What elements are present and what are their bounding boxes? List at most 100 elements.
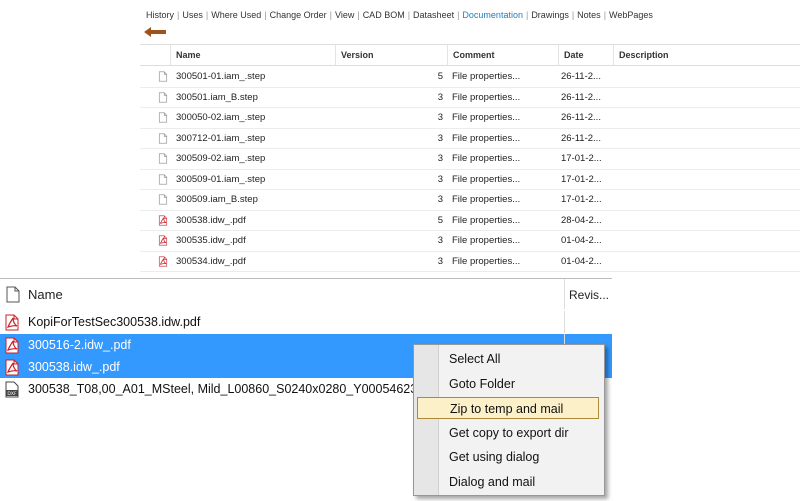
table-row[interactable]: 300509.iam_B.step 3 File properties... 17-0… [140, 190, 800, 211]
cell-version: 5 [437, 71, 443, 82]
menu-item-get-copy-to-export-dir[interactable]: Get copy to export dir [417, 422, 599, 444]
list-item-name: KopiForTestSec300538.idw.pdf [28, 315, 201, 329]
file-icon [158, 174, 168, 184]
cell-comment: File properties... [452, 173, 521, 185]
tab-drawings[interactable]: Drawings [531, 10, 569, 20]
grid-header-comment[interactable]: Comment [447, 45, 558, 65]
tab-documentation[interactable]: Documentation [462, 10, 523, 20]
cell-version: 3 [437, 194, 443, 205]
grid-body: 300501-01.iam_.step 5 File properties... 26… [140, 67, 800, 272]
cell-name: 300538.idw_.pdf [176, 214, 246, 226]
tab-history[interactable]: History [146, 10, 174, 20]
cell-date: 26-11-2... [561, 91, 601, 103]
cell-name: 300712-01.iam_.step [176, 132, 266, 144]
file-icon [158, 133, 168, 143]
tab-notes[interactable]: Notes [577, 10, 601, 20]
table-row[interactable]: 300501.iam_B.step 3 File properties... 26-1… [140, 88, 800, 108]
context-menu: Select All Goto Folder Zip to temp and mai… [413, 344, 605, 496]
tab-separator: | [177, 10, 180, 20]
file-icon [158, 92, 168, 102]
tab-separator: | [329, 10, 332, 20]
cell-name: 300501-01.iam_.step [176, 71, 266, 82]
tab-separator: | [457, 10, 460, 20]
pdf-icon [5, 337, 19, 354]
tab-bar: History | Uses | Where Used | Change Order | Vie… [146, 10, 653, 20]
cell-version: 3 [437, 255, 443, 267]
pdf-icon [158, 215, 168, 225]
cell-date: 01-04-2... [561, 255, 602, 267]
svg-text:DXF: DXF [7, 391, 17, 397]
table-row[interactable]: 300509-01.iam_.step 3 File properties... 17… [140, 170, 800, 190]
tab-separator: | [357, 10, 360, 20]
menu-item-select-all[interactable]: Select All [417, 348, 599, 370]
cell-date: 26-11-2... [561, 112, 601, 123]
grid-header: Name Version Comment Date Description [140, 44, 800, 66]
table-row[interactable]: 300509-02.iam_.step 3 File properties... 17… [140, 149, 800, 170]
list-header-name[interactable]: Name [28, 287, 63, 302]
menu-item-zip-to-temp-and-mail[interactable]: Zip to temp and mail [417, 397, 599, 419]
grid-header-icon-col [140, 45, 170, 65]
cell-date: 26-11-2... [561, 71, 601, 82]
list-item[interactable]: KopiForTestSec300538.idw.pdf [0, 311, 612, 333]
tab-datasheet[interactable]: Datasheet [413, 10, 454, 20]
cell-version: 5 [437, 214, 443, 226]
tab-view[interactable]: View [335, 10, 354, 20]
cell-name: 300509.iam_B.step [176, 194, 258, 205]
file-icon [158, 112, 168, 123]
cell-date: 17-01-2... [561, 173, 602, 185]
list-item-name: 300516-2.idw_.pdf [28, 338, 131, 352]
menu-item-dialog-and-mail[interactable]: Dialog and mail [417, 471, 599, 493]
list-header-revision[interactable]: Revis... [564, 279, 609, 309]
pdf-icon [5, 359, 19, 376]
file-icon [158, 71, 168, 82]
table-row[interactable]: 300534.idw_.pdf 3 File properties... 01-04-… [140, 252, 800, 272]
cell-comment: File properties... [452, 235, 521, 246]
cell-comment: File properties... [452, 112, 521, 123]
table-row[interactable]: 300535.idw_.pdf 3 File properties... 01-04-… [140, 231, 800, 252]
menu-item-get-using-dialog[interactable]: Get using dialog [417, 446, 599, 468]
grid-header-name[interactable]: Name [170, 45, 335, 65]
cell-version: 3 [437, 153, 443, 164]
cell-version: 3 [437, 235, 443, 246]
cell-comment: File properties... [452, 132, 521, 144]
table-row[interactable]: 300712-01.iam_.step 3 File properties... 26… [140, 129, 800, 149]
cell-name: 300509-01.iam_.step [176, 173, 266, 185]
cell-comment: File properties... [452, 91, 521, 103]
tab-where-used[interactable]: Where Used [211, 10, 261, 20]
cell-version: 3 [437, 132, 443, 144]
cell-comment: File properties... [452, 214, 521, 226]
grid-header-date[interactable]: Date [558, 45, 613, 65]
cell-version: 3 [437, 112, 443, 123]
tab-change-order[interactable]: Change Order [270, 10, 327, 20]
pdf-icon [5, 314, 19, 331]
pdf-icon [158, 256, 168, 266]
list-item-revision [564, 311, 613, 333]
tab-separator: | [205, 10, 209, 20]
back-arrow-icon[interactable] [144, 27, 166, 37]
tab-uses[interactable]: Uses [182, 10, 203, 20]
table-row[interactable]: 300050-02.iam_.step 3 File properties... 26… [140, 108, 800, 129]
file-icon [158, 153, 168, 164]
cell-date: 26-11-2... [561, 132, 601, 144]
documentation-panel: History | Uses | Where Used | Change Order | Vie… [140, 0, 800, 272]
menu-item-goto-folder[interactable]: Goto Folder [417, 373, 599, 395]
cell-name: 300501.iam_B.step [176, 91, 258, 103]
tab-separator: | [407, 10, 411, 20]
grid-header-version[interactable]: Version [335, 45, 447, 65]
cell-name: 300050-02.iam_.step [176, 112, 266, 123]
tab-cad-bom[interactable]: CAD BOM [363, 10, 405, 20]
dxf-icon: DXF [5, 381, 19, 398]
cell-version: 3 [437, 91, 443, 103]
cell-comment: File properties... [452, 71, 521, 82]
file-icon [6, 286, 20, 303]
tab-webpages[interactable]: WebPages [609, 10, 653, 20]
table-row[interactable]: 300501-01.iam_.step 5 File properties... 26… [140, 67, 800, 88]
table-row[interactable]: 300538.idw_.pdf 5 File properties... 28-04-… [140, 211, 800, 231]
list-header: Name Revis... [0, 279, 612, 309]
tab-separator: | [525, 10, 529, 20]
tab-separator: | [571, 10, 575, 20]
list-item-name: 300538.idw_.pdf [28, 360, 120, 374]
cell-name: 300509-02.iam_.step [176, 153, 266, 164]
grid-header-description[interactable]: Description [613, 45, 800, 65]
tab-separator: | [264, 10, 267, 20]
